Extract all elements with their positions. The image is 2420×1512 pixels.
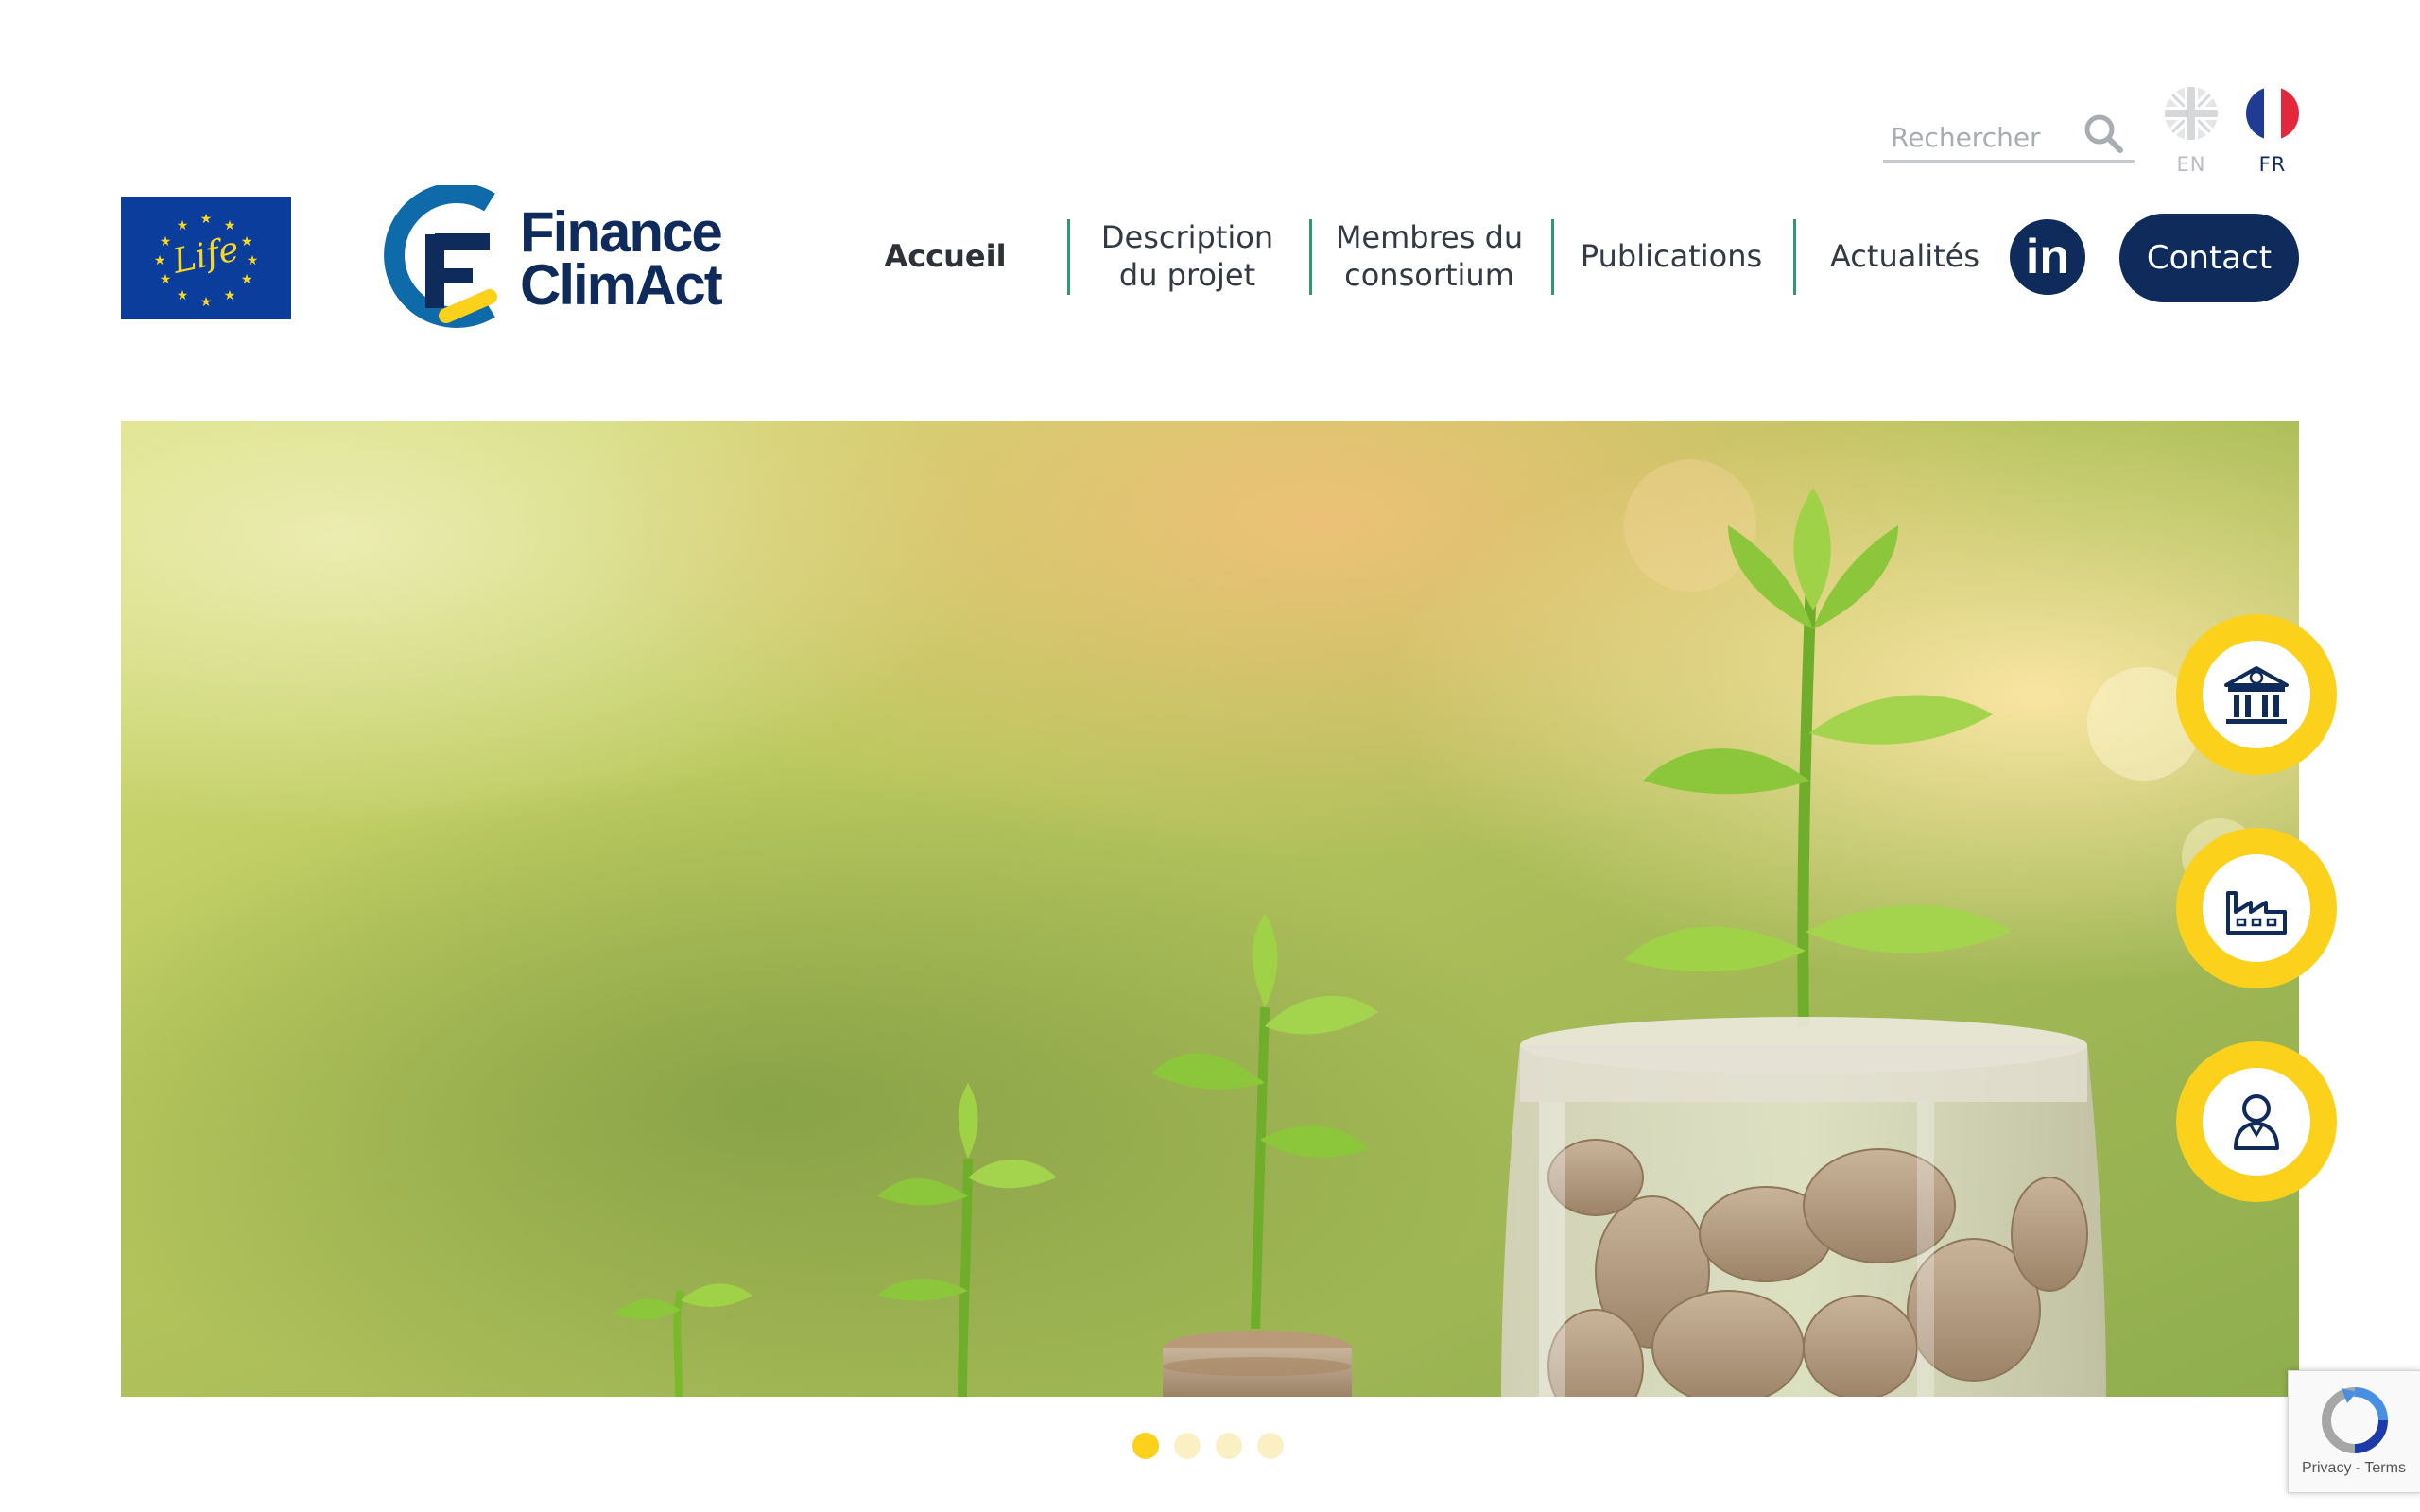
- person-icon: [2234, 1094, 2279, 1150]
- factory-icon: [2226, 891, 2287, 935]
- language-code-fr: FR: [2258, 153, 2287, 176]
- nav-item-label-line-2: du projet: [1118, 257, 1256, 293]
- brand-name: Finance ClimAct: [520, 200, 723, 317]
- quick-link-finance[interactable]: [2176, 614, 2337, 775]
- language-fr[interactable]: FR: [2244, 87, 2301, 176]
- contact-button[interactable]: Contact: [2119, 214, 2299, 302]
- eu-life-logo[interactable]: ★ ★ ★ ★ ★ ★ ★ ★ ★ ★ ★ ★ Life: [121, 197, 291, 319]
- brand-line-2: ClimAct: [520, 253, 723, 317]
- svg-text:★: ★: [177, 288, 189, 303]
- linkedin-icon: in: [2025, 230, 2070, 284]
- nav-item-label: Accueil: [884, 238, 1007, 274]
- search-input[interactable]: [1889, 117, 2082, 157]
- slider-dot-4[interactable]: [1257, 1433, 1284, 1459]
- quick-link-industry-inner: [2203, 854, 2310, 962]
- slider-pagination: [1132, 1433, 1284, 1461]
- recaptcha-links: Privacy - Terms: [2302, 1460, 2406, 1477]
- recaptcha-icon: [2321, 1387, 2388, 1453]
- nav-separator: [1793, 219, 1796, 295]
- quick-link-citizen[interactable]: [2176, 1041, 2337, 1202]
- nav-separator: [1067, 219, 1070, 295]
- climact-mark-icon: [384, 185, 497, 328]
- svg-text:★: ★: [200, 212, 213, 227]
- quick-link-finance-inner: [2203, 641, 2310, 748]
- uk-flag-icon: [2165, 87, 2218, 140]
- nav-item-actualites[interactable]: Actualités: [1806, 215, 2004, 297]
- slider-dot-1[interactable]: [1132, 1433, 1159, 1459]
- recaptcha-separator: -: [2351, 1460, 2365, 1476]
- bank-euro-icon: [2224, 666, 2289, 724]
- plants-coins-illustration: [121, 421, 2299, 1397]
- search-icon[interactable]: [2082, 112, 2125, 155]
- svg-text:★: ★: [241, 272, 253, 287]
- nav-separator: [1309, 219, 1312, 295]
- language-en[interactable]: EN: [2163, 87, 2220, 176]
- svg-text:★: ★: [200, 295, 213, 310]
- search-box: [1883, 106, 2135, 163]
- language-code-en: EN: [2176, 153, 2206, 176]
- recaptcha-badge[interactable]: Privacy - Terms: [2288, 1370, 2420, 1493]
- slider-dot-3[interactable]: [1216, 1433, 1242, 1459]
- recaptcha-terms-link[interactable]: Terms: [2364, 1460, 2406, 1476]
- quick-link-citizen-inner: [2203, 1068, 2310, 1176]
- linkedin-button[interactable]: in: [2010, 219, 2085, 295]
- france-flag-icon: [2246, 87, 2299, 140]
- nav-item-description-du-projet[interactable]: Description du projet: [1074, 215, 1301, 297]
- nav-item-membres-du-consortium[interactable]: Membres du consortium: [1316, 215, 1543, 297]
- slider-dot-2[interactable]: [1174, 1433, 1201, 1459]
- nav-item-label: Actualités: [1829, 238, 1980, 274]
- quick-link-industry[interactable]: [2176, 828, 2337, 988]
- recaptcha-privacy-link[interactable]: Privacy: [2302, 1460, 2351, 1476]
- brand-line-1: Finance: [520, 200, 723, 264]
- nav-item-label-line-1: Membres du: [1335, 219, 1524, 255]
- svg-text:★: ★: [177, 218, 189, 233]
- finance-climact-logo[interactable]: Finance ClimAct: [378, 185, 756, 329]
- nav-item-publications[interactable]: Publications: [1558, 215, 1785, 297]
- nav-item-label: Publications: [1580, 238, 1763, 274]
- nav-item-accueil[interactable]: Accueil: [851, 215, 1040, 297]
- nav-item-label-line-1: Description: [1100, 219, 1274, 255]
- nav-separator: [1551, 219, 1554, 295]
- svg-text:★: ★: [224, 288, 236, 303]
- hero-slide-image: [121, 421, 2299, 1397]
- nav-item-label-line-2: consortium: [1344, 257, 1514, 293]
